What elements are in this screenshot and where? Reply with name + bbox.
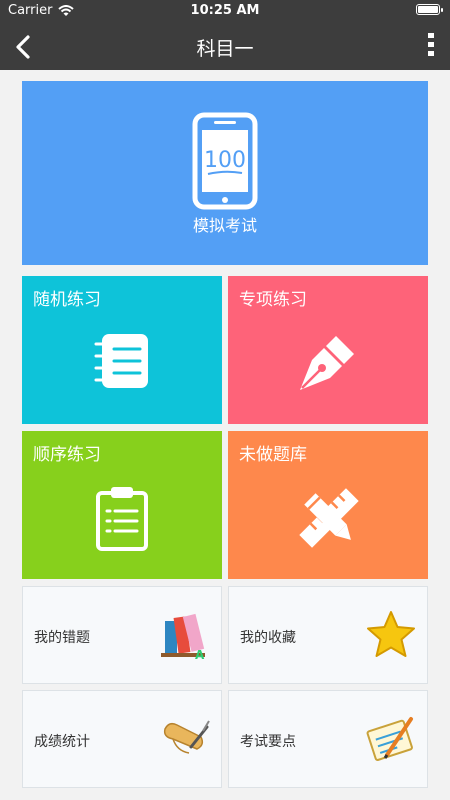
my-mistakes-card[interactable]: 我的错题 A xyxy=(22,586,222,684)
notepad-pen-icon xyxy=(366,717,413,761)
svg-text:A: A xyxy=(195,648,205,661)
exam-points-card[interactable]: 考试要点 xyxy=(228,690,428,788)
status-time: 10:25 AM xyxy=(190,3,260,18)
my-mistakes-label: 我的错题 xyxy=(34,630,90,646)
order-practice-tile[interactable]: 顺序练习 xyxy=(22,431,222,579)
special-practice-tile[interactable]: 专项练习 xyxy=(228,276,428,424)
page-title: 科目一 xyxy=(196,38,254,60)
notebook-icon xyxy=(94,334,148,388)
pen-nib-icon xyxy=(300,336,354,390)
more-vertical-icon[interactable] xyxy=(426,32,436,58)
scroll-quill-icon xyxy=(163,720,210,754)
books-icon: A xyxy=(161,613,205,661)
star-icon xyxy=(367,611,415,657)
pencil-ruler-icon xyxy=(299,488,359,548)
phone-100-icon: 100 xyxy=(192,112,258,210)
my-favorites-card[interactable]: 我的收藏 xyxy=(228,586,428,684)
random-practice-label: 随机练习 xyxy=(33,290,101,310)
special-practice-label: 专项练习 xyxy=(239,290,307,310)
score-stats-card[interactable]: 成绩统计 xyxy=(22,690,222,788)
exam-points-label: 考试要点 xyxy=(240,734,296,750)
score-stats-label: 成绩统计 xyxy=(34,734,90,750)
clipboard-icon xyxy=(96,487,148,551)
random-practice-tile[interactable]: 随机练习 xyxy=(22,276,222,424)
status-bar: Carrier 10:25 AM xyxy=(0,0,450,22)
mock-exam-tile[interactable]: 100 模拟考试 xyxy=(22,81,428,265)
order-practice-label: 顺序练习 xyxy=(33,445,101,465)
undone-bank-tile[interactable]: 未做题库 xyxy=(228,431,428,579)
my-favorites-label: 我的收藏 xyxy=(240,630,296,646)
undone-bank-label: 未做题库 xyxy=(239,445,307,465)
battery-icon xyxy=(416,4,443,15)
phone-score-text: 100 xyxy=(204,148,246,173)
top-bar: Carrier 10:25 AM 科目一 xyxy=(0,0,450,70)
mock-exam-label: 模拟考试 xyxy=(192,216,257,235)
